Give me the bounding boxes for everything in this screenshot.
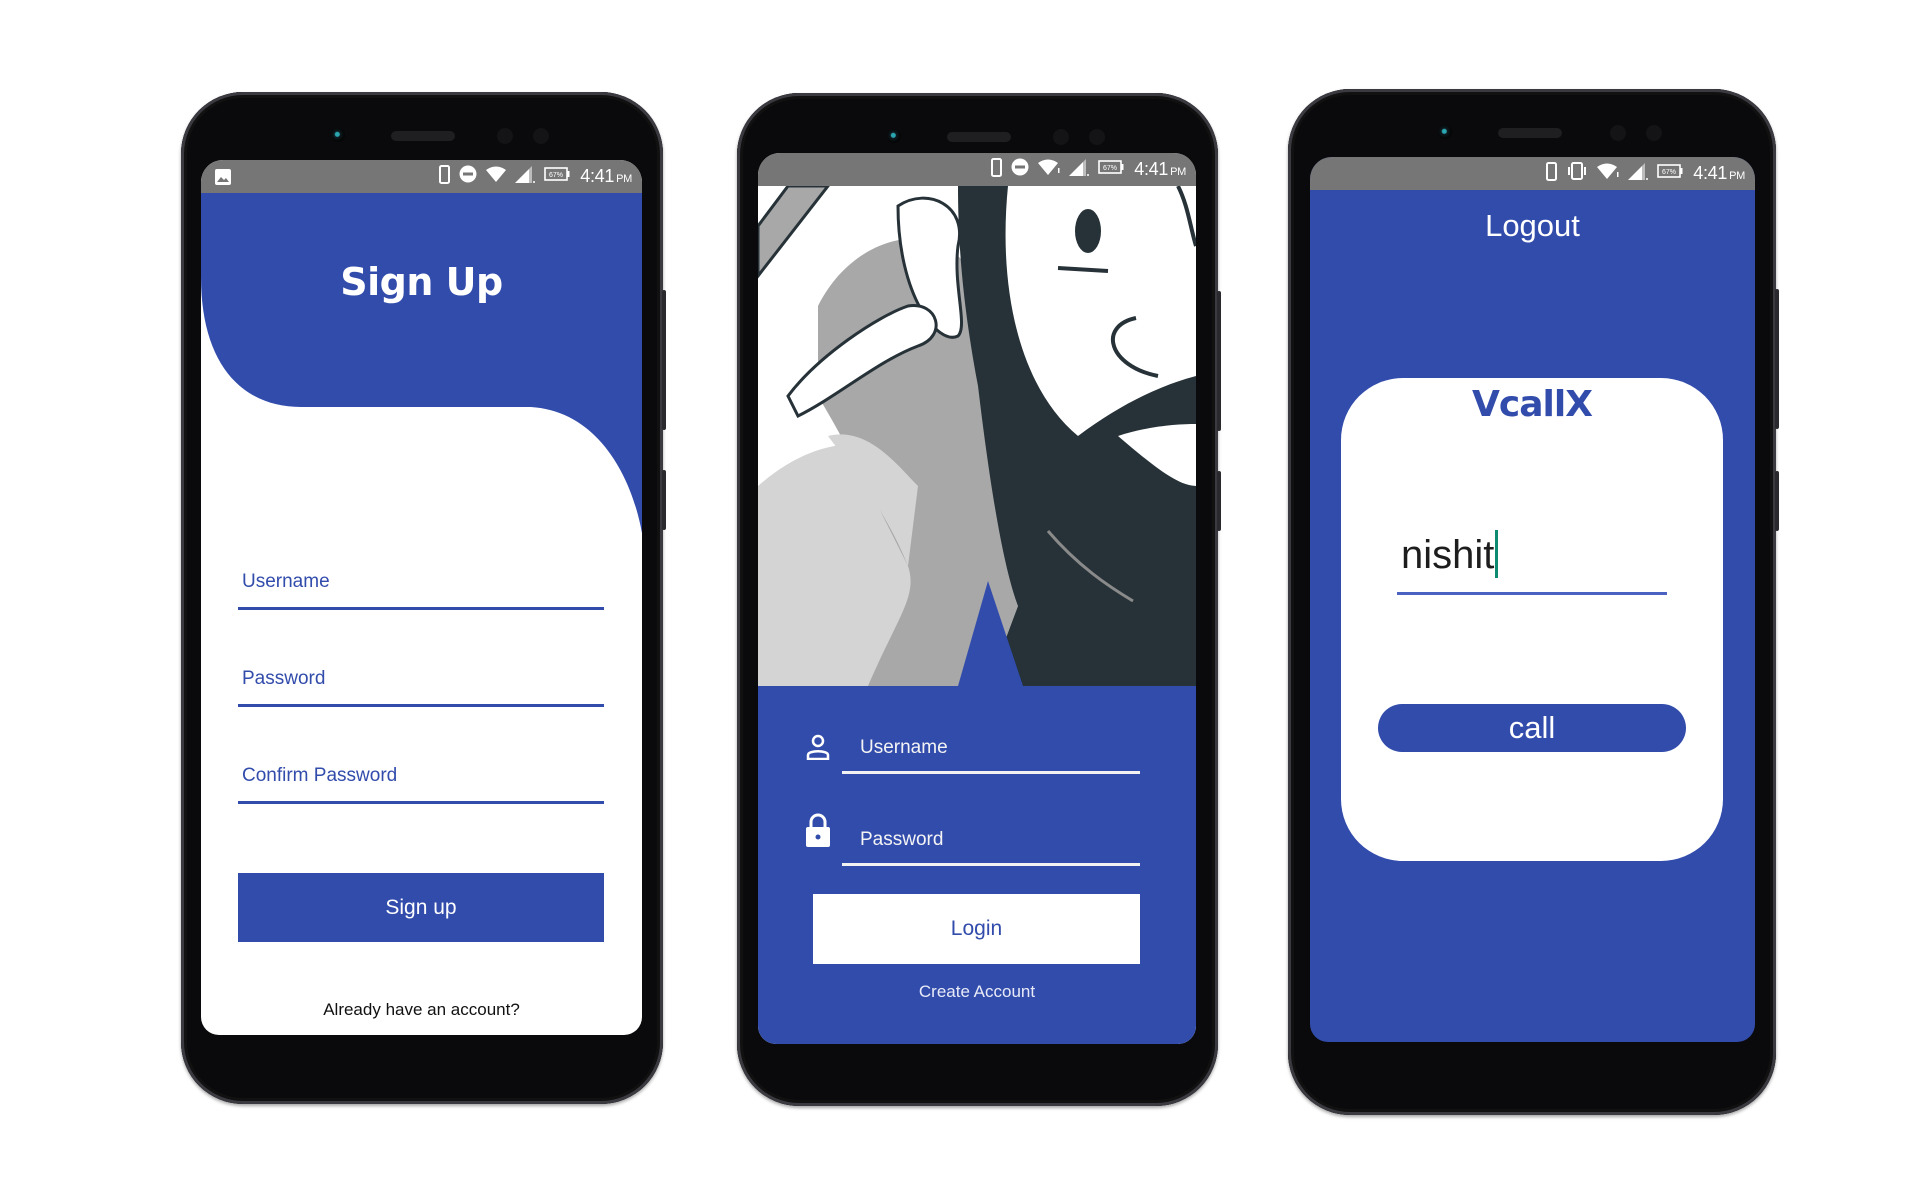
callee-name-input[interactable]: nishit <box>1397 518 1667 595</box>
lock-icon <box>806 812 830 853</box>
callee-name-value: nishit <box>1401 530 1499 578</box>
power-button <box>1217 471 1221 531</box>
clock: 4:41 PM <box>1693 163 1745 184</box>
already-have-account-link[interactable]: Already have an account? <box>201 1000 642 1020</box>
phone-icon <box>439 164 451 189</box>
light-sensor <box>1646 125 1662 141</box>
login-panel: Username Password Login Create Account <box>758 686 1196 1044</box>
clock: 4:41 PM <box>580 166 632 187</box>
volume-button <box>662 290 666 430</box>
battery-icon: 67% <box>544 167 570 186</box>
page-title: Sign Up <box>340 260 503 304</box>
callee-name-text: nishit <box>1401 533 1495 577</box>
proximity-sensor <box>1053 129 1069 145</box>
proximity-sensor <box>497 128 513 144</box>
light-sensor <box>1089 129 1105 145</box>
text-caret <box>1495 530 1499 578</box>
dnd-icon <box>1011 158 1029 181</box>
bearded-man-illustration <box>758 186 1196 686</box>
login-screen: 67% 4:41 PM Username Password Login Crea… <box>758 153 1196 1044</box>
battery-level: 67% <box>1103 165 1117 172</box>
battery-level: 67% <box>549 172 563 179</box>
password-placeholder: Password <box>242 668 326 689</box>
call-card: VcallX nishit call <box>1341 378 1723 861</box>
header-wave <box>201 193 642 533</box>
call-button[interactable]: call <box>1378 704 1686 752</box>
sign-up-button[interactable]: Sign up <box>238 873 604 942</box>
username-field[interactable]: Username <box>842 726 1140 774</box>
signup-screen: 67% 4:41 PM Sign Up Username Password Con… <box>201 160 642 1035</box>
clock-ampm: PM <box>616 173 632 185</box>
status-bar: 67% 4:41 PM <box>1310 157 1755 190</box>
login-button[interactable]: Login <box>813 894 1140 964</box>
clock-time: 4:41 <box>1693 163 1728 183</box>
password-field[interactable]: Password <box>238 657 604 707</box>
password-field[interactable]: Password <box>842 816 1140 866</box>
app-logo: VcallX <box>1472 384 1593 425</box>
phone-icon <box>1546 161 1558 186</box>
proximity-sensor <box>1610 125 1626 141</box>
clock: 4:41 PM <box>1134 159 1186 180</box>
volume-button <box>1775 289 1779 429</box>
signal-icon <box>515 165 536 188</box>
clock-time: 4:41 <box>1134 159 1169 179</box>
light-sensor <box>533 128 549 144</box>
dnd-icon <box>459 165 477 188</box>
status-bar: 67% 4:41 PM <box>201 160 642 193</box>
clock-ampm: PM <box>1729 170 1745 182</box>
wifi-icon <box>1597 163 1619 184</box>
wifi-icon <box>1038 159 1060 180</box>
phone-login: 67% 4:41 PM Username Password Login Crea… <box>737 93 1221 1106</box>
clock-ampm: PM <box>1170 166 1186 178</box>
vibrate-icon <box>1566 162 1588 185</box>
password-placeholder: Password <box>860 829 944 850</box>
power-button <box>1775 471 1779 531</box>
front-camera <box>331 128 345 142</box>
call-screen: 67% 4:41 PM Logout VcallX nishit call <box>1310 157 1755 1042</box>
volume-button <box>1217 291 1221 431</box>
signal-icon <box>1069 158 1090 181</box>
logout-button[interactable]: Logout <box>1310 208 1755 244</box>
username-field[interactable]: Username <box>238 560 604 610</box>
front-camera <box>887 129 901 143</box>
signal-icon <box>1628 162 1649 185</box>
username-placeholder: Username <box>860 737 948 758</box>
earpiece-speaker <box>1498 128 1562 138</box>
confirm-password-placeholder: Confirm Password <box>242 765 398 786</box>
status-bar: 67% 4:41 PM <box>758 153 1196 186</box>
earpiece-speaker <box>391 131 455 141</box>
front-camera <box>1438 125 1452 139</box>
username-placeholder: Username <box>242 571 330 592</box>
phone-icon <box>991 157 1003 182</box>
earpiece-speaker <box>947 132 1011 142</box>
wifi-icon <box>486 166 507 187</box>
create-account-link[interactable]: Create Account <box>758 982 1196 1002</box>
battery-level: 67% <box>1662 169 1676 176</box>
battery-icon: 67% <box>1657 164 1683 183</box>
confirm-password-field[interactable]: Confirm Password <box>238 754 604 804</box>
gallery-icon <box>215 169 231 190</box>
battery-icon: 67% <box>1098 160 1124 179</box>
phone-signup: 67% 4:41 PM Sign Up Username Password Con… <box>181 92 666 1104</box>
clock-time: 4:41 <box>580 166 615 186</box>
user-icon <box>806 734 830 765</box>
power-button <box>662 470 666 530</box>
phone-call: 67% 4:41 PM Logout VcallX nishit call <box>1288 89 1779 1115</box>
